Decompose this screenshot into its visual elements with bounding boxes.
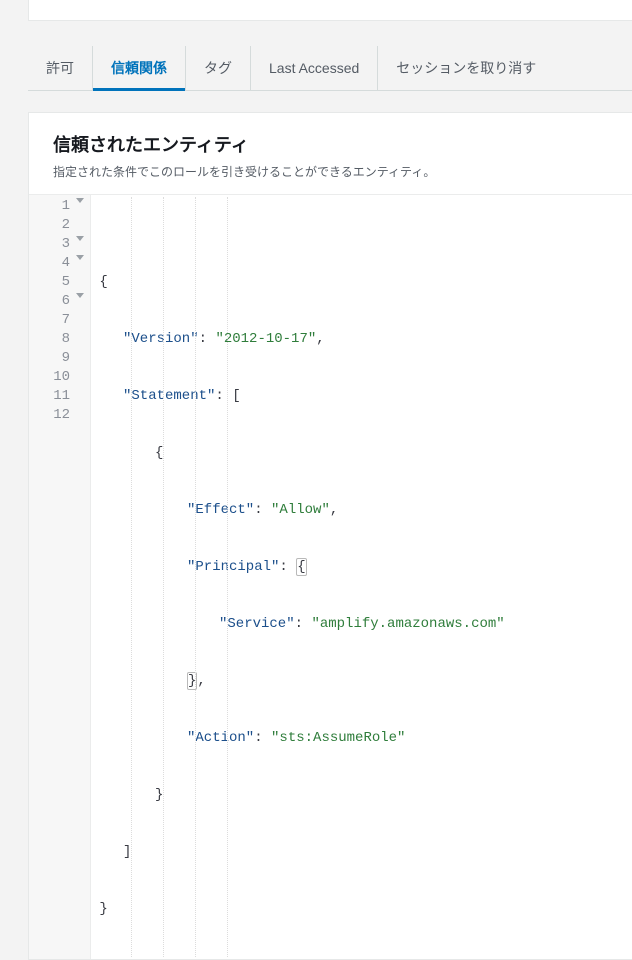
tab-trust-relationships[interactable]: 信頼関係 xyxy=(92,46,185,90)
role-tabs: 許可 信頼関係 タグ Last Accessed セッションを取り消す xyxy=(28,46,632,91)
code-line: "Action": "sts:AssumeRole" xyxy=(91,729,624,748)
line-number: 4 xyxy=(62,255,70,271)
code-line: } xyxy=(91,900,624,919)
tab-tags[interactable]: タグ xyxy=(185,46,250,90)
line-number: 2 xyxy=(62,217,70,233)
line-number: 3 xyxy=(62,236,70,252)
fold-icon[interactable] xyxy=(76,236,84,241)
line-number: 11 xyxy=(53,388,70,404)
code-line: }, xyxy=(91,672,624,691)
line-number: 5 xyxy=(62,274,70,290)
code-line: { xyxy=(91,273,624,292)
line-number: 9 xyxy=(62,350,70,366)
fold-icon[interactable] xyxy=(76,198,84,203)
tab-revoke-sessions[interactable]: セッションを取り消す xyxy=(377,46,554,90)
fold-icon[interactable] xyxy=(76,255,84,260)
code-line: "Statement": [ xyxy=(91,387,624,406)
code-line: "Effect": "Allow", xyxy=(91,501,624,520)
editor-code[interactable]: { "Version": "2012-10-17", "Statement": … xyxy=(91,195,632,959)
panel-title: 信頼されたエンティティ xyxy=(53,131,608,157)
code-line: "Principal": { xyxy=(91,558,624,577)
tab-last-accessed[interactable]: Last Accessed xyxy=(250,46,377,90)
tab-permissions[interactable]: 許可 xyxy=(28,46,92,90)
fold-icon[interactable] xyxy=(76,293,84,298)
panel-description: 指定された条件でこのロールを引き受けることができるエンティティ。 xyxy=(53,163,608,182)
line-number: 1 xyxy=(62,198,70,214)
line-number: 6 xyxy=(62,293,70,309)
previous-panel-edge xyxy=(28,0,632,21)
code-line: "Version": "2012-10-17", xyxy=(91,330,624,349)
code-line: "Service": "amplify.amazonaws.com" xyxy=(91,615,624,634)
code-line: ] xyxy=(91,843,624,862)
trusted-entities-panel: 信頼されたエンティティ 指定された条件でこのロールを引き受けることができるエンテ… xyxy=(28,112,632,960)
policy-editor: 1 2 3 4 5 6 7 8 9 10 11 12 { "Version": … xyxy=(29,194,632,959)
code-line: { xyxy=(91,444,624,463)
editor-gutter: 1 2 3 4 5 6 7 8 9 10 11 12 xyxy=(29,195,91,959)
line-number: 10 xyxy=(53,369,70,385)
line-number: 8 xyxy=(62,331,70,347)
line-number: 7 xyxy=(62,312,70,328)
code-line: } xyxy=(91,786,624,805)
line-number: 12 xyxy=(53,407,70,423)
